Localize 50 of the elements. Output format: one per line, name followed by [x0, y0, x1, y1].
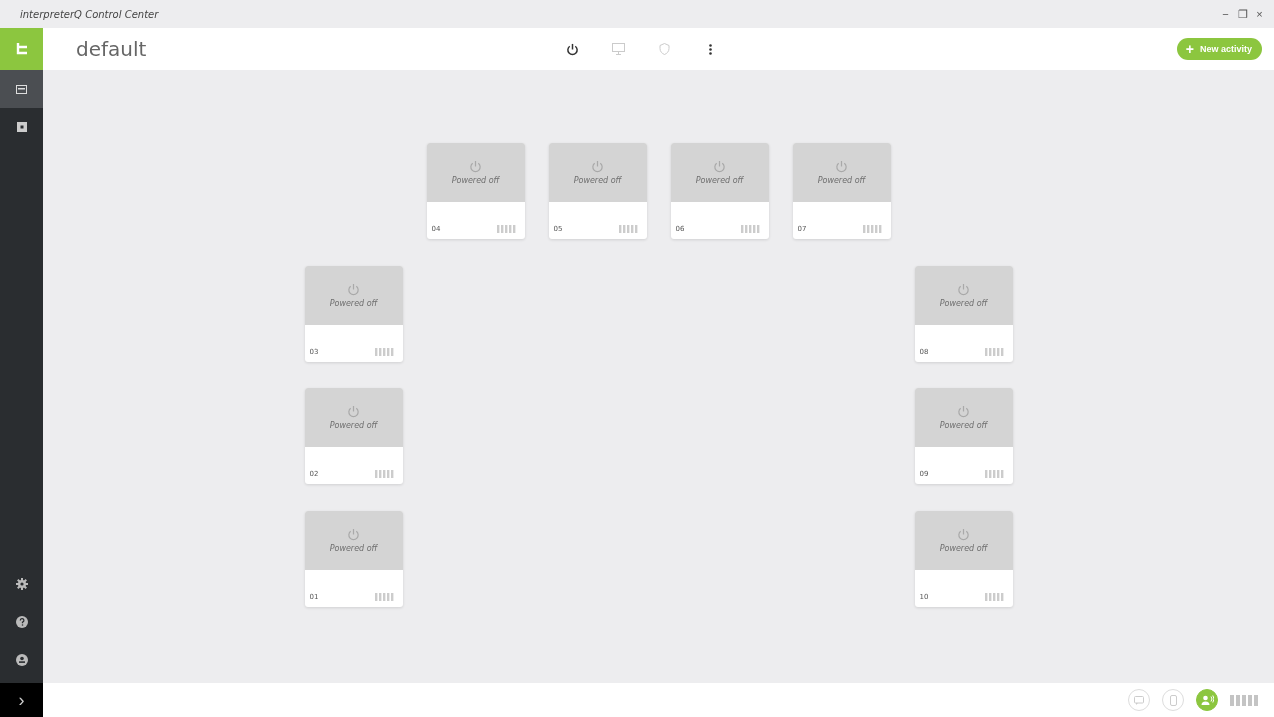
- power-icon: [591, 160, 604, 173]
- sidebar-item[interactable]: [0, 70, 43, 108]
- signal-bars-icon: [984, 347, 1005, 356]
- power-icon: [347, 405, 360, 418]
- window-control-button[interactable]: ×: [1251, 7, 1268, 21]
- signal-bars-icon: [618, 225, 639, 233]
- booth-status: Powered off: [573, 176, 622, 185]
- chat-icon: [1134, 695, 1144, 705]
- settings-icon: [15, 578, 28, 590]
- booth-status: Powered off: [695, 176, 744, 185]
- expand-button[interactable]: ›: [0, 683, 43, 717]
- signal-bars-icon: [374, 470, 395, 478]
- signal-bars-icon: [984, 592, 1005, 601]
- booth-status: Powered off: [939, 298, 988, 308]
- power-icon: [957, 282, 970, 296]
- window-control-button[interactable]: ❐: [1234, 7, 1251, 21]
- square-icon: [16, 122, 27, 132]
- power-icon: [565, 42, 579, 56]
- power-icon: [835, 160, 848, 173]
- signal-bars-icon: [496, 225, 517, 233]
- phone-icon: [1169, 694, 1177, 706]
- window-title: interpreterQ Control Center: [20, 8, 159, 20]
- page-title: default: [76, 37, 148, 61]
- power-icon: [957, 405, 970, 418]
- window-control-button[interactable]: −: [1217, 7, 1234, 21]
- booth-status: Powered off: [329, 543, 378, 553]
- monitor-icon: [611, 43, 625, 55]
- booth-status: Powered off: [329, 298, 378, 308]
- signal-bars-icon: [984, 470, 1005, 478]
- booth-status: Powered off: [451, 176, 500, 185]
- booth-status: Powered off: [817, 176, 866, 185]
- help-icon: [15, 616, 28, 628]
- power-icon: [347, 527, 360, 541]
- booth-status: Powered off: [939, 421, 988, 430]
- power-icon: [713, 160, 726, 173]
- user-icon: [15, 654, 28, 666]
- booth-status: Powered off: [939, 543, 988, 553]
- power-icon: [469, 160, 482, 173]
- signal-bars-icon: [374, 347, 395, 356]
- shield-icon: [658, 43, 670, 55]
- power-icon: [347, 282, 360, 296]
- speaker-person-icon: [1200, 695, 1214, 705]
- more-icon: [708, 43, 712, 55]
- signal-bars-icon: [1230, 694, 1259, 706]
- screen-icon: [16, 84, 27, 94]
- signal-bars-icon: [740, 225, 761, 233]
- signal-bars-icon: [862, 225, 883, 233]
- power-icon: [957, 527, 970, 541]
- signal-bars-icon: [374, 592, 395, 601]
- booth-status: Powered off: [329, 421, 378, 430]
